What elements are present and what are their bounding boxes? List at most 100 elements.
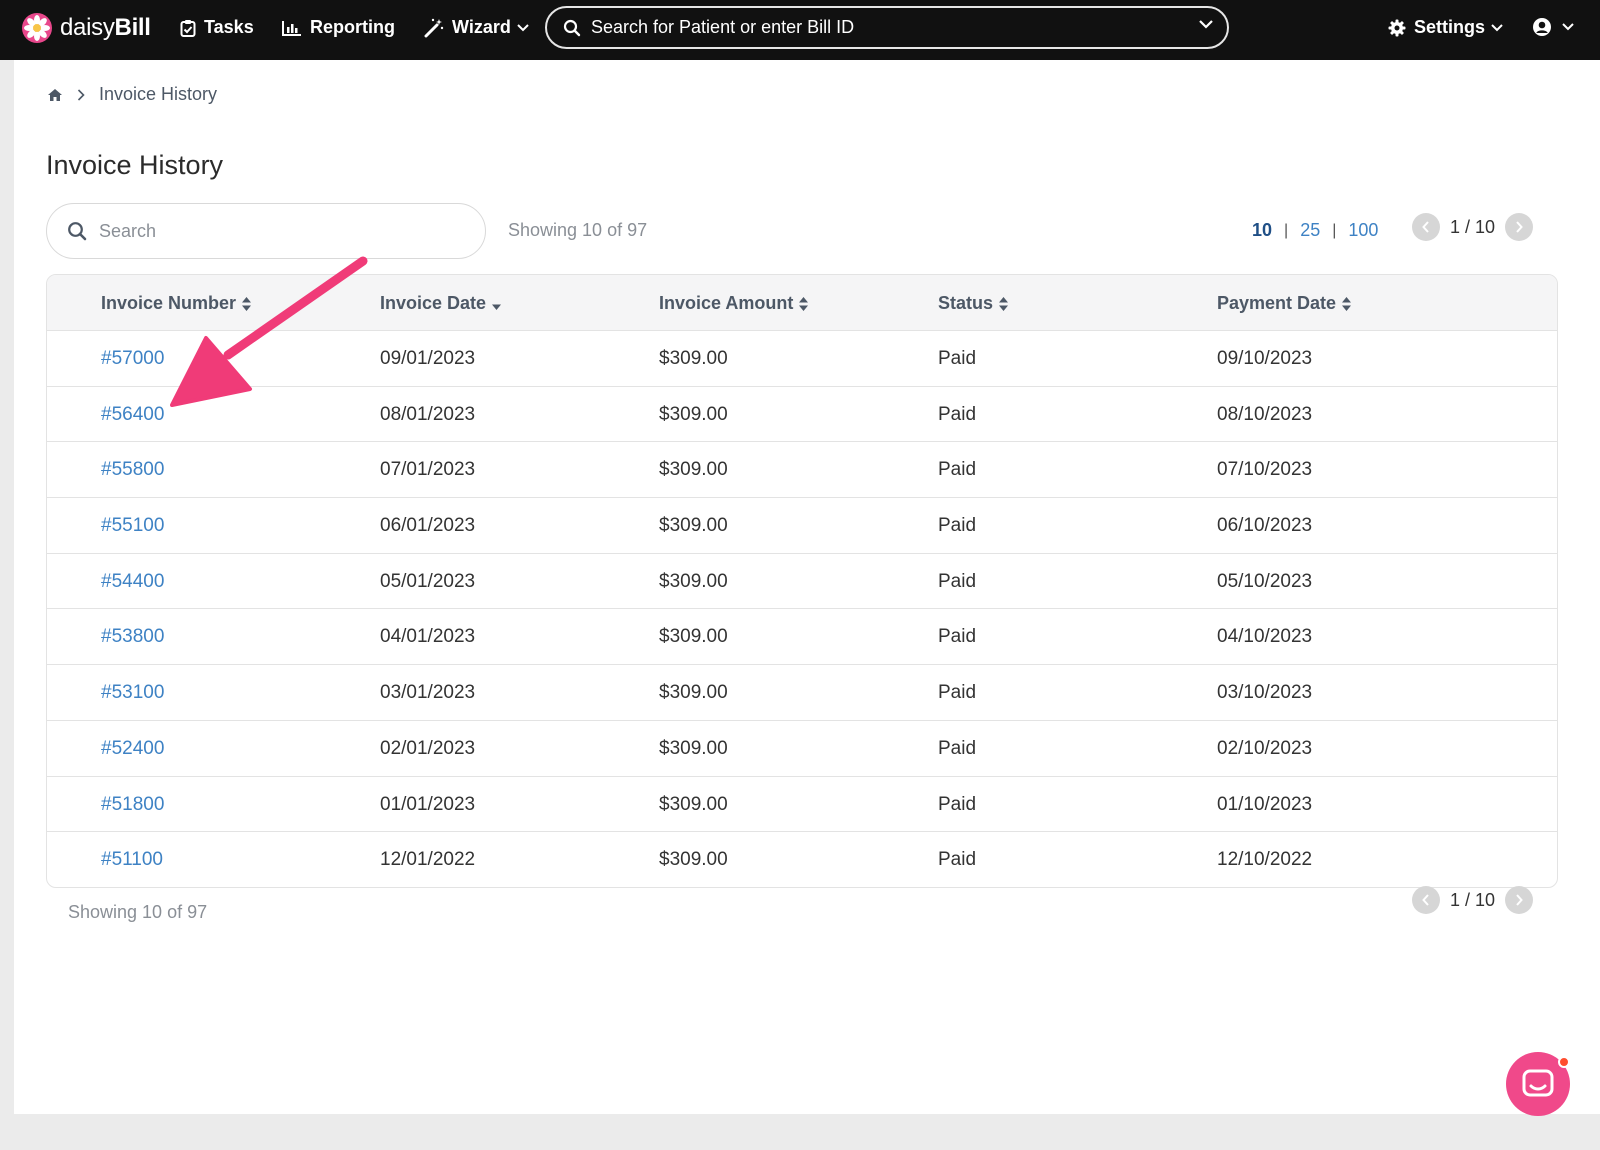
sort-icon [1342, 296, 1352, 311]
table-body: #57000 09/01/2023 $309.00 Paid 09/10/2023 #56… [47, 331, 1557, 887]
page-size-100[interactable]: 100 [1348, 220, 1378, 241]
table-row: #51800 01/01/2023 $309.00 Paid 01/10/2023 [47, 777, 1557, 833]
invoice-number-link[interactable]: #53100 [101, 682, 164, 704]
cell-invoice-amount: $309.00 [659, 348, 728, 369]
cell-status: Paid [938, 626, 977, 648]
invoice-number-link[interactable]: #56400 [101, 404, 164, 426]
breadcrumb-current: Invoice History [99, 84, 218, 104]
home-icon[interactable] [47, 88, 63, 102]
nav-user-menu[interactable] [1532, 17, 1574, 37]
top-navbar: daisyBill Tasks Reporting Wizard Search … [0, 0, 1600, 60]
table-row: #55100 06/01/2023 $309.00 Paid 06/10/2023 [47, 498, 1557, 554]
nav-wizard[interactable]: Wizard [424, 17, 529, 38]
page-size-10[interactable]: 10 [1252, 220, 1272, 241]
invoice-number-link[interactable]: #54400 [101, 571, 164, 593]
cell-invoice-date: 06/01/2023 [380, 515, 476, 537]
header-invoice-date[interactable]: Invoice Date [380, 293, 502, 314]
chevron-left-icon [1422, 894, 1429, 906]
global-search-bar[interactable] [545, 6, 1229, 49]
nav-settings[interactable]: Settings [1388, 17, 1503, 38]
nav-reporting[interactable]: Reporting [282, 17, 395, 38]
global-search-input[interactable] [591, 17, 1181, 38]
cell-invoice-date: 02/01/2023 [380, 737, 476, 759]
invoice-number-link[interactable]: #51100 [101, 849, 163, 871]
page-size-25[interactable]: 25 [1300, 220, 1320, 241]
cell-payment-date: 06/10/2023 [1217, 515, 1313, 537]
nav-tasks-label: Tasks [204, 17, 254, 37]
cell-invoice-amount: $309.00 [659, 459, 728, 481]
cell-status: Paid [938, 459, 977, 481]
table-row: #51100 12/01/2022 $309.00 Paid 12/10/2022 [47, 832, 1557, 887]
table-search-input[interactable] [99, 220, 459, 242]
header-invoice-amount[interactable]: Invoice Amount [659, 293, 809, 314]
sort-desc-icon [492, 304, 502, 310]
invoice-number-link[interactable]: #52400 [101, 738, 164, 760]
prev-page-button[interactable] [1412, 213, 1440, 241]
invoice-number-link[interactable]: #51800 [101, 794, 164, 816]
prev-page-button[interactable] [1412, 886, 1440, 914]
next-page-button[interactable] [1505, 213, 1534, 241]
cell-status: Paid [938, 403, 977, 425]
cell-payment-date: 04/10/2023 [1217, 626, 1313, 648]
cell-invoice-amount: $309.00 [659, 515, 728, 537]
cell-invoice-date: 07/01/2023 [380, 459, 476, 481]
cell-status: Paid [938, 737, 977, 759]
table-row: #55800 07/01/2023 $309.00 Paid 07/10/2023 [47, 442, 1557, 499]
cell-payment-date: 05/10/2023 [1217, 570, 1313, 592]
showing-count-top: Showing 10 of 97 [508, 220, 648, 240]
cell-invoice-date: 05/01/2023 [380, 570, 476, 592]
cell-invoice-date: 03/01/2023 [380, 682, 476, 704]
header-invoice-number[interactable]: Invoice Number [101, 293, 252, 314]
page-indicator: 1 / 10 [1450, 889, 1496, 910]
daisy-logo-icon [22, 13, 52, 43]
invoice-number-link[interactable]: #55100 [101, 515, 164, 537]
chat-icon [1522, 1069, 1554, 1097]
chevron-right-icon [1516, 894, 1523, 906]
table-row: #56400 08/01/2023 $309.00 Paid 08/10/2023 [47, 387, 1557, 443]
chevron-left-icon [1422, 221, 1429, 233]
chevron-down-icon [1491, 23, 1503, 31]
table-row: #52400 02/01/2023 $309.00 Paid 02/10/2023 [47, 721, 1557, 777]
invoice-table: Invoice Number Invoice Date Invoice Amou… [46, 274, 1558, 888]
search-icon [563, 19, 581, 36]
cell-payment-date: 08/10/2023 [1217, 403, 1313, 425]
sort-icon [242, 296, 252, 311]
main-content: Invoice History Invoice History Showing … [14, 60, 1600, 1114]
clipboard-check-icon [180, 19, 196, 37]
cell-status: Paid [938, 682, 977, 704]
header-status[interactable]: Status [938, 293, 1009, 314]
nav-reporting-label: Reporting [310, 17, 395, 37]
cell-payment-date: 12/10/2022 [1217, 849, 1313, 871]
table-header: Invoice Number Invoice Date Invoice Amou… [47, 275, 1557, 331]
notification-dot [1558, 1056, 1570, 1068]
nav-tasks[interactable]: Tasks [180, 17, 254, 38]
magic-wand-icon [424, 18, 444, 37]
cell-payment-date: 09/10/2023 [1217, 348, 1313, 369]
cell-invoice-date: 04/01/2023 [380, 626, 476, 648]
invoice-number-link[interactable]: #53800 [101, 626, 164, 648]
breadcrumb: Invoice History [47, 84, 217, 105]
chevron-right-icon [77, 88, 85, 101]
daisybill-logo[interactable]: daisyBill [22, 13, 151, 43]
cell-payment-date: 02/10/2023 [1217, 737, 1313, 759]
chevron-down-icon[interactable] [1199, 20, 1213, 29]
brand-name: daisyBill [60, 14, 151, 41]
cell-invoice-date: 08/01/2023 [380, 403, 476, 425]
pagination-top: 1 / 10 [1412, 213, 1534, 241]
page-size-selector: 10 | 25 | 100 [1252, 220, 1378, 241]
cell-invoice-amount: $309.00 [659, 682, 728, 704]
chevron-down-icon [517, 23, 529, 31]
invoice-number-link[interactable]: #57000 [101, 348, 164, 370]
header-payment-date[interactable]: Payment Date [1217, 293, 1352, 314]
cell-status: Paid [938, 515, 977, 537]
cell-status: Paid [938, 793, 977, 815]
chevron-right-icon [1516, 221, 1523, 233]
gear-icon [1388, 19, 1406, 36]
sort-icon [999, 296, 1009, 311]
nav-settings-label: Settings [1414, 17, 1486, 37]
cell-status: Paid [938, 348, 977, 369]
invoice-number-link[interactable]: #55800 [101, 459, 164, 481]
cell-invoice-date: 09/01/2023 [380, 348, 476, 369]
table-search-box[interactable] [46, 203, 486, 259]
next-page-button[interactable] [1505, 886, 1534, 914]
